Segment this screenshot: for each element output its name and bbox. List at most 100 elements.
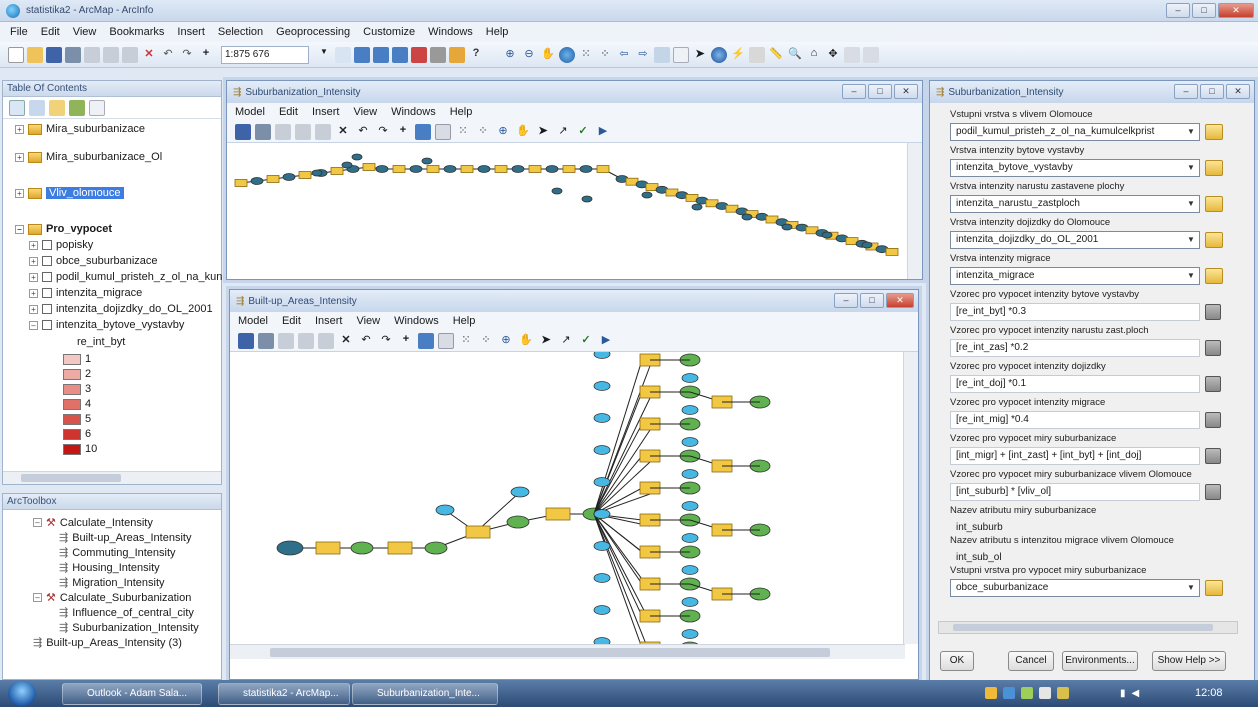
model-data-node[interactable] [581,195,593,203]
undo-icon[interactable]: ↶ [160,47,176,63]
menu-help[interactable]: Help [453,315,476,327]
toc-layer-row[interactable]: + obce_suburbanizace [29,255,158,267]
forward-extent-icon[interactable]: ⇨ [635,47,651,63]
list-by-drawing-order-icon[interactable] [9,100,25,116]
expand-icon[interactable]: + [29,240,38,250]
paste-icon[interactable] [122,46,138,63]
copy-icon[interactable] [103,46,119,63]
select-features-icon[interactable] [654,46,670,63]
calculator-icon[interactable] [1205,376,1221,392]
print-icon[interactable] [65,46,81,63]
new-document-icon[interactable] [8,46,24,63]
layer-visibility-checkbox[interactable] [42,272,52,282]
time-slider-icon[interactable] [844,46,860,63]
maximize-button[interactable]: □ [860,293,884,308]
whats-this-icon[interactable]: ? [468,47,484,63]
browse-folder-icon[interactable] [1205,268,1223,284]
model-data-node[interactable] [681,533,699,543]
back-extent-icon[interactable]: ⇦ [616,47,632,63]
model-tool-item[interactable]: ⇶ Commuting_Intensity [59,546,176,560]
collapse-icon[interactable]: – [33,518,42,527]
cut-icon[interactable] [84,46,100,63]
model-data-node[interactable] [506,515,530,529]
model-data-node[interactable] [593,541,611,551]
table-icon[interactable] [354,46,370,63]
add-data-icon[interactable]: + [198,47,214,63]
redo-icon[interactable]: ↷ [375,124,391,140]
expand-icon[interactable]: + [15,152,24,162]
zoom-in-icon[interactable]: ⊕ [498,333,514,349]
menu-model[interactable]: Model [235,106,265,118]
model-data-node[interactable] [681,373,699,383]
dialog-horizontal-scrollbar[interactable] [938,621,1238,634]
toc-horizontal-scrollbar[interactable] [3,471,221,484]
model-data-node[interactable] [641,191,653,199]
calculator-icon[interactable] [1205,412,1221,428]
validate-icon[interactable]: ✓ [578,333,594,349]
model-data-node[interactable] [593,509,611,519]
model-data-node[interactable] [282,173,296,181]
calculator-icon[interactable] [1205,304,1221,320]
toc-group-row[interactable]: – Pro_vypocet [15,223,112,235]
close-button[interactable]: ✕ [1218,3,1254,18]
model-process-node[interactable] [392,165,406,173]
close-button[interactable]: ✕ [1226,84,1250,99]
browse-folder-icon[interactable] [1205,160,1223,176]
run-icon[interactable]: ▶ [595,124,611,140]
param-select[interactable]: obce_suburbanizace ▼ [950,579,1200,597]
param-select[interactable]: intenzita_bytove_vystavby ▼ [950,159,1200,177]
expand-icon[interactable]: + [29,272,38,282]
python-icon[interactable] [430,46,446,63]
dropdown-arrow-icon[interactable]: ▼ [1185,234,1197,246]
auto-layout-icon[interactable] [418,332,434,349]
pan-icon[interactable]: ✋ [515,124,531,140]
model-process-node[interactable] [545,507,571,521]
full-extent-icon[interactable] [435,123,451,140]
model-data-node[interactable] [311,169,323,177]
cut-icon[interactable] [278,332,294,349]
menu-selection[interactable]: Selection [218,26,263,38]
identify-icon[interactable] [711,46,727,63]
full-extent-icon[interactable] [559,46,575,63]
show-help-button[interactable]: Show Help >> [1152,651,1226,671]
fixed-zoom-out-icon[interactable]: ⁘ [475,124,491,140]
measure-icon[interactable]: 📏 [768,47,784,63]
scroll-thumb[interactable] [953,624,1213,631]
model-data-node[interactable] [511,165,525,173]
param-select[interactable]: intenzita_migrace ▼ [950,267,1200,285]
model-data-node[interactable] [435,504,455,516]
toolset-item[interactable]: – ⚒ Calculate_Suburbanization [33,591,191,604]
param-expression-input[interactable]: [re_int_byt] *0.3 [950,303,1200,321]
hyperlink-icon[interactable]: ⚡ [730,47,746,63]
go-to-xy-icon[interactable]: ✥ [825,47,841,63]
model-data-node[interactable] [681,405,699,415]
model-process-node[interactable] [528,165,542,173]
param-select[interactable]: intenzita_dojizdky_do_OL_2001 ▼ [950,231,1200,249]
browse-folder-icon[interactable] [1205,196,1223,212]
model-canvas-suburbanization[interactable] [227,143,922,279]
menu-view[interactable]: View [353,106,377,118]
model-data-node[interactable] [593,352,611,359]
toc-options-icon[interactable] [89,100,105,116]
maximize-button[interactable]: □ [1192,3,1216,18]
taskbar-item-model[interactable]: Suburbanization_Inte... [352,683,498,705]
model-process-node[interactable] [494,165,508,173]
model-data-node[interactable] [421,157,433,165]
model-data-node[interactable] [741,213,753,221]
start-button[interactable] [8,681,36,706]
list-by-selection-icon[interactable] [69,100,85,116]
add-data-icon[interactable]: + [398,333,414,349]
connect-icon[interactable]: ↗ [555,124,571,140]
list-by-visibility-icon[interactable] [49,100,65,116]
model-data-node[interactable] [579,165,593,173]
toc-layer-row[interactable]: + intenzita_dojizdky_do_OL_2001 [29,303,213,315]
dropdown-arrow-icon[interactable]: ▼ [1185,270,1197,282]
delete-icon[interactable]: ✕ [338,333,354,349]
model-builder-icon[interactable] [449,46,465,63]
menu-file[interactable]: File [10,26,28,38]
menu-insert[interactable]: Insert [177,26,205,38]
menu-windows[interactable]: Windows [391,106,436,118]
maximize-button[interactable]: □ [1200,84,1224,99]
print-icon[interactable] [255,123,271,140]
copy-icon[interactable] [295,123,311,140]
